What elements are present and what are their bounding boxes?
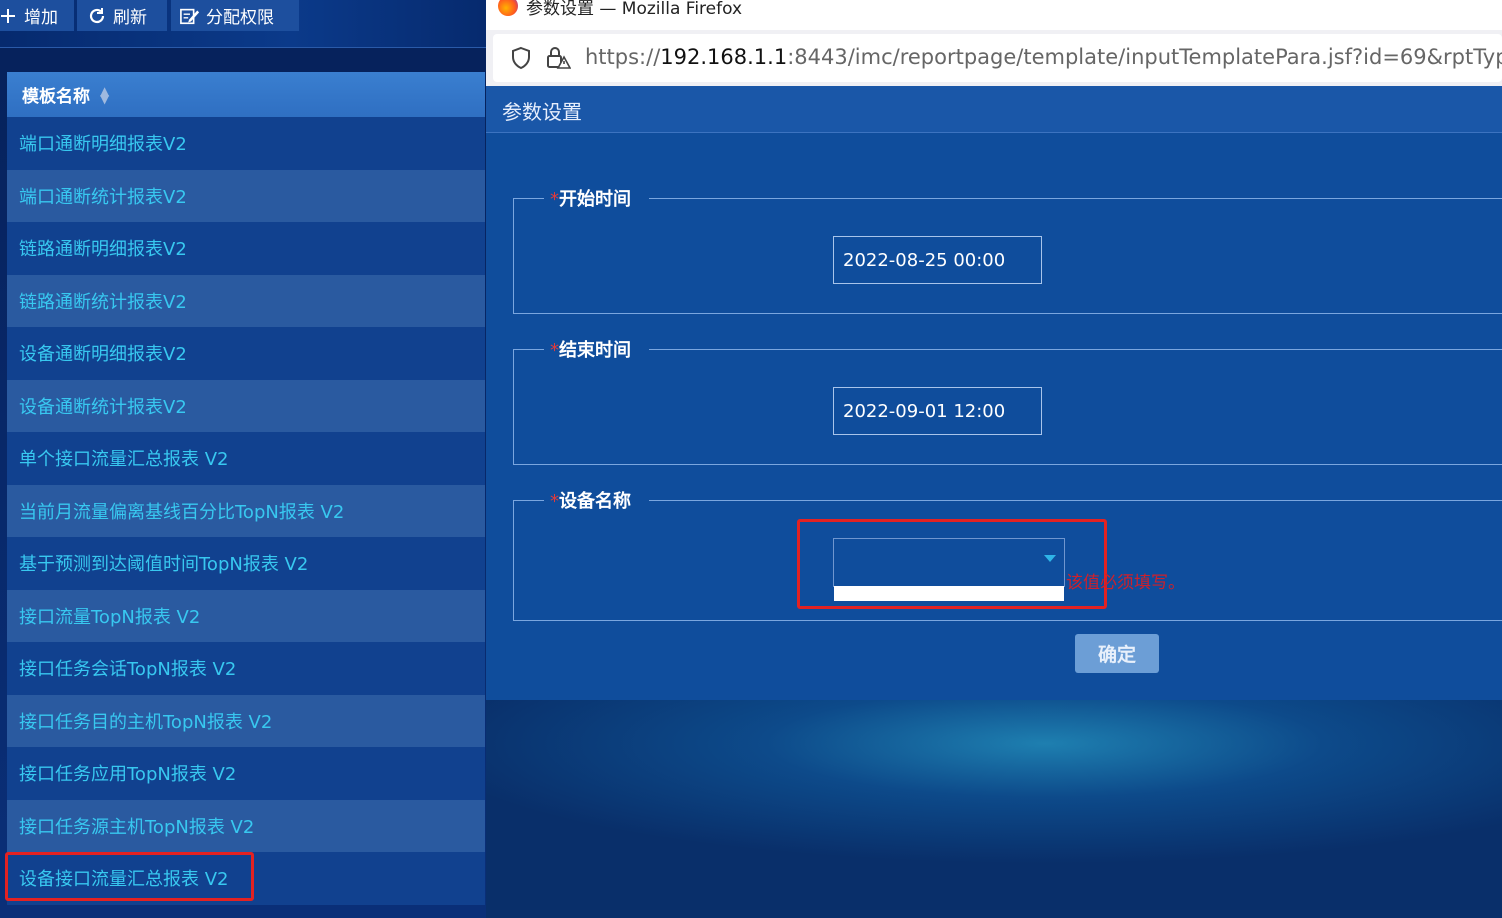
firefox-popup-window: 参数设置 — Mozilla Firefox https://192.168.1… [486, 0, 1502, 918]
assign-permission-label: 分配权限 [206, 8, 274, 28]
start-time-legend: *开始时间 [544, 185, 649, 211]
confirm-button[interactable]: 确定 [1075, 634, 1159, 673]
table-row[interactable]: 接口流量TopN报表 V2 [7, 589, 485, 642]
refresh-button-label: 刷新 [113, 8, 147, 28]
end-time-label: 结束时间 [559, 340, 631, 361]
end-time-legend: *结束时间 [544, 336, 649, 362]
row-label: 链路通断明细报表V2 [19, 239, 187, 261]
shield-icon[interactable] [509, 46, 533, 70]
end-time-input[interactable]: 2022-09-01 12:00 [833, 387, 1042, 435]
row-label: 接口任务源主机TopN报表 V2 [19, 816, 255, 838]
template-list-pane: 增加 刷新 分配权限 模板名称 ▲ ▼ 端口通断明细报表V2 端口通断统计报表V2… [0, 0, 486, 918]
device-name-label: 设备名称 [559, 491, 631, 512]
refresh-button[interactable]: 刷新 [77, 0, 167, 31]
add-button-label: 增加 [24, 8, 58, 28]
row-label: 设备通断统计报表V2 [19, 396, 187, 418]
toolbar: 增加 刷新 分配权限 [0, 0, 486, 48]
table-row[interactable]: 接口任务源主机TopN报表 V2 [7, 799, 485, 852]
lock-warning-icon[interactable] [543, 44, 572, 72]
table-row[interactable]: 端口通断统计报表V2 [7, 169, 485, 222]
panel-title: 参数设置 [502, 100, 582, 124]
window-titlebar: 参数设置 — Mozilla Firefox [486, 0, 1502, 30]
url-host: 192.168.1.1 [660, 45, 788, 69]
divider [486, 132, 1502, 133]
window-title: 参数设置 — Mozilla Firefox [526, 0, 743, 19]
end-time-value: 2022-09-01 12:00 [843, 400, 1006, 422]
param-settings-page: 参数设置 *开始时间 2022-08-25 00:00 *结束时间 2022-0… [486, 86, 1502, 918]
column-header-label: 模板名称 [22, 87, 90, 107]
row-label: 接口任务目的主机TopN报表 V2 [19, 711, 273, 733]
sort-icon[interactable]: ▲ ▼ [100, 85, 109, 105]
row-label: 基于预测到达阈值时间TopN报表 V2 [19, 554, 309, 576]
add-button[interactable]: 增加 [0, 0, 74, 31]
address-field[interactable]: https://192.168.1.1:8443/imc/reportpage/… [493, 34, 1502, 82]
table-row[interactable]: 基于预测到达阈值时间TopN报表 V2 [7, 537, 485, 590]
table-row[interactable]: 链路通断明细报表V2 [7, 222, 485, 275]
url-scheme: https:// [585, 45, 661, 69]
plus-icon [0, 6, 18, 26]
table-row[interactable]: 接口任务目的主机TopN报表 V2 [7, 694, 485, 747]
table-row[interactable]: 设备通断统计报表V2 [7, 379, 485, 432]
device-name-legend: *设备名称 [544, 487, 649, 513]
required-error-message: 该值必须填写。 [1066, 573, 1185, 593]
row-label: 单个接口流量汇总报表 V2 [19, 449, 229, 471]
row-label: 端口通断统计报表V2 [19, 186, 187, 208]
edit-icon [180, 6, 200, 26]
background-decoration [486, 700, 1502, 918]
highlight-box-row [5, 852, 254, 901]
start-time-label: 开始时间 [559, 189, 631, 210]
required-mark: * [550, 491, 559, 512]
required-mark: * [550, 340, 559, 361]
table-row[interactable]: 设备通断明细报表V2 [7, 327, 485, 380]
table-row[interactable]: 接口任务应用TopN报表 V2 [7, 747, 485, 800]
firefox-logo-icon [498, 0, 518, 16]
refresh-icon [87, 6, 107, 26]
url-path: :8443/imc/reportpage/template/inputTempl… [787, 45, 1502, 69]
table-row[interactable]: 接口任务会话TopN报表 V2 [7, 642, 485, 695]
assign-permission-button[interactable]: 分配权限 [171, 0, 299, 31]
url-bar: https://192.168.1.1:8443/imc/reportpage/… [486, 30, 1502, 86]
row-label: 设备通断明细报表V2 [19, 344, 187, 366]
row-label: 接口流量TopN报表 V2 [19, 606, 201, 628]
template-grid: 模板名称 ▲ ▼ 端口通断明细报表V2 端口通断统计报表V2 链路通断明细报表V2… [7, 72, 485, 905]
url-text[interactable]: https://192.168.1.1:8443/imc/reportpage/… [585, 45, 1502, 69]
row-label: 接口任务会话TopN报表 V2 [19, 659, 237, 681]
table-row[interactable]: 端口通断明细报表V2 [7, 117, 485, 170]
row-label: 链路通断统计报表V2 [19, 291, 187, 313]
row-label: 当前月流量偏离基线百分比TopN报表 V2 [19, 501, 345, 523]
row-label: 接口任务应用TopN报表 V2 [19, 764, 237, 786]
highlight-box-select [797, 519, 1107, 609]
start-time-value: 2022-08-25 00:00 [843, 249, 1006, 271]
table-row[interactable]: 单个接口流量汇总报表 V2 [7, 432, 485, 485]
start-time-input[interactable]: 2022-08-25 00:00 [833, 236, 1042, 284]
column-header-template-name[interactable]: 模板名称 ▲ ▼ [7, 72, 485, 117]
table-row[interactable]: 当前月流量偏离基线百分比TopN报表 V2 [7, 484, 485, 537]
required-mark: * [550, 189, 559, 210]
row-label: 端口通断明细报表V2 [19, 134, 187, 156]
table-row[interactable]: 链路通断统计报表V2 [7, 274, 485, 327]
